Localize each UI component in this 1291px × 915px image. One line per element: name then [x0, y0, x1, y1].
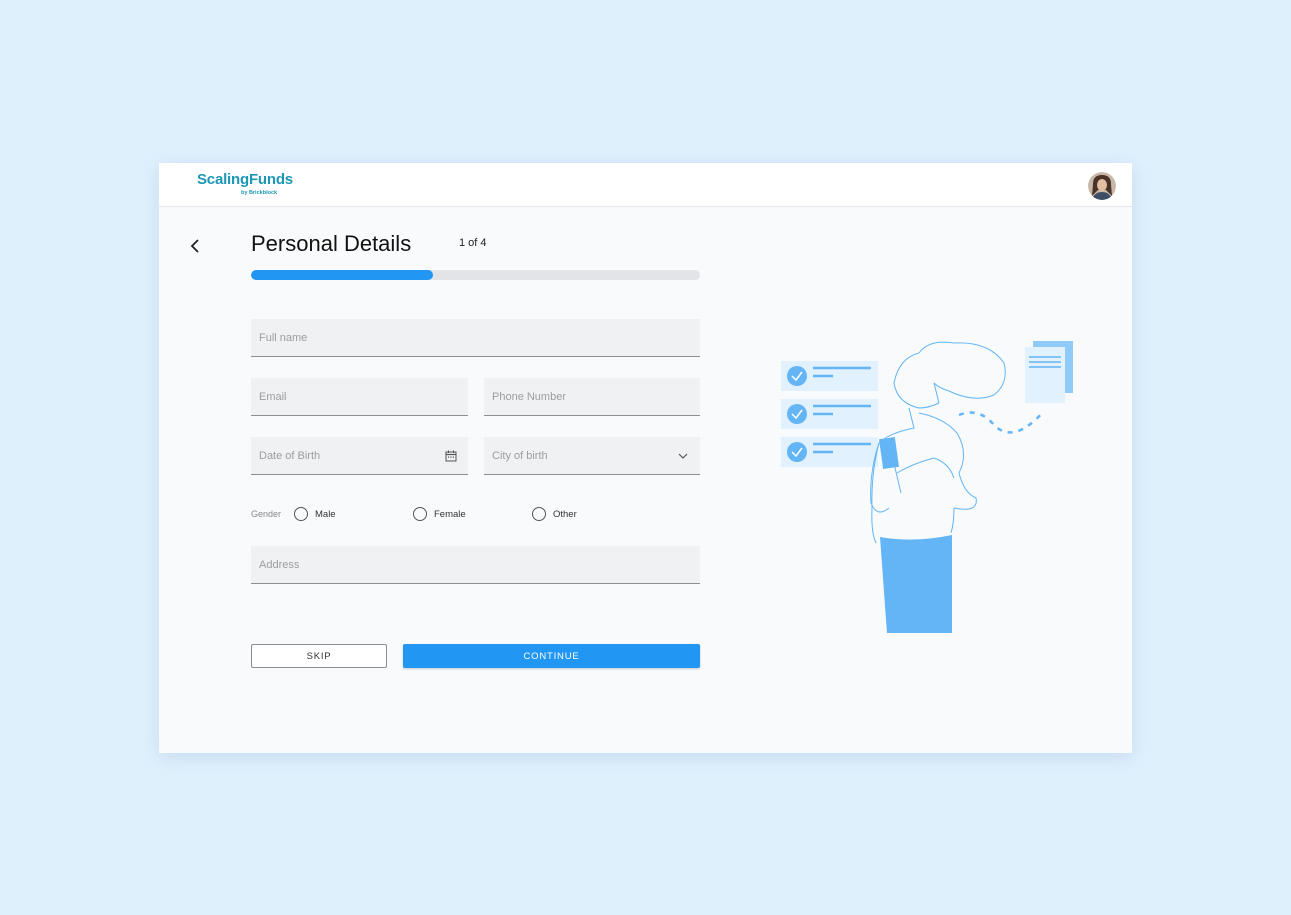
- full-name-field[interactable]: [251, 319, 700, 357]
- progress-bar: [251, 270, 700, 280]
- chevron-down-icon[interactable]: [676, 449, 690, 463]
- gender-option-other[interactable]: Other: [532, 506, 577, 522]
- page-title: Personal Details: [251, 231, 412, 256]
- gender-option-female[interactable]: Female: [413, 506, 466, 522]
- address-input[interactable]: [251, 546, 700, 583]
- checklist-card: [781, 361, 878, 391]
- chevron-left-icon: [190, 239, 199, 253]
- date-of-birth-field[interactable]: [251, 437, 468, 475]
- logo-text: ScalingFunds: [197, 171, 293, 188]
- logo-subtext: by Brickblock: [241, 190, 278, 196]
- radio-label: Other: [553, 508, 577, 520]
- gender-label: Gender: [251, 509, 282, 519]
- top-bar: ScalingFunds by Brickblock: [159, 163, 1132, 207]
- date-of-birth-input[interactable]: [251, 437, 468, 474]
- phone-input[interactable]: [484, 378, 700, 415]
- back-button[interactable]: [185, 236, 205, 256]
- radio-label: Female: [434, 508, 466, 520]
- full-name-input[interactable]: [251, 319, 700, 356]
- checklist-card: [781, 399, 878, 429]
- continue-button[interactable]: CONTINUE: [403, 644, 700, 668]
- gender-option-male[interactable]: Male: [294, 506, 336, 522]
- document-stack-icon: [1025, 341, 1073, 403]
- city-of-birth-input[interactable]: [484, 437, 700, 474]
- checklist-card: [781, 437, 878, 467]
- skip-button[interactable]: SKIP: [251, 644, 387, 668]
- step-counter: 1 of 4: [459, 237, 487, 249]
- progress-fill: [251, 270, 433, 280]
- gender-radio-group: Gender Male Female Other: [251, 506, 700, 524]
- address-field[interactable]: [251, 546, 700, 584]
- radio-circle[interactable]: [294, 507, 308, 521]
- radio-circle[interactable]: [413, 507, 427, 521]
- avatar[interactable]: [1088, 172, 1116, 200]
- radio-label: Male: [315, 508, 336, 520]
- checklist-illustration: [781, 341, 1073, 633]
- scalingfunds-logo[interactable]: ScalingFunds by Brickblock: [197, 171, 297, 201]
- email-field[interactable]: [251, 378, 468, 416]
- onboarding-window: ScalingFunds by Brickblock Personal Deta…: [159, 163, 1132, 753]
- city-of-birth-select[interactable]: [484, 437, 700, 475]
- calendar-icon[interactable]: [444, 449, 458, 463]
- email-input[interactable]: [251, 378, 468, 415]
- radio-circle[interactable]: [532, 507, 546, 521]
- phone-field[interactable]: [484, 378, 700, 416]
